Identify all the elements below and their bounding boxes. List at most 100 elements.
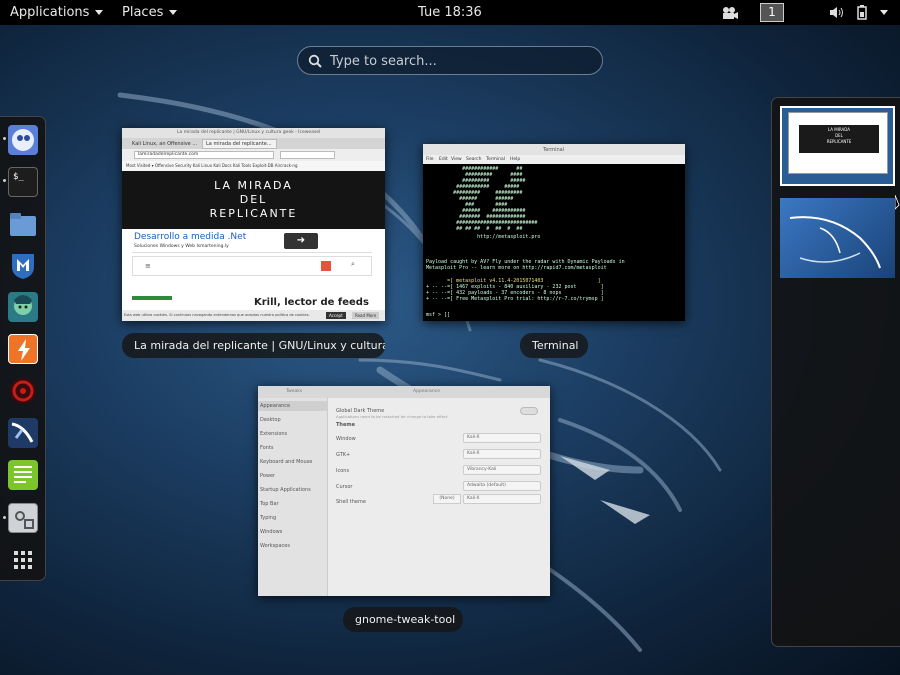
files-icon[interactable]: [8, 209, 38, 239]
browser-tabbar: Kali Linux, an Offensive ... La mirada d…: [122, 138, 385, 149]
sidebar-item-power[interactable]: Power: [260, 473, 275, 479]
tweak-tool-icon[interactable]: [8, 503, 38, 533]
gtk-theme-label: GTK+: [336, 452, 351, 458]
window-theme-value: Kali-X: [467, 435, 480, 440]
search-box[interactable]: [297, 46, 603, 75]
ascii-line: ## ## ## # ## # ##: [426, 226, 523, 232]
ad-banner[interactable]: Desarrollo a medida .Net Soluciones Wind…: [132, 231, 372, 253]
terminal-window-preview[interactable]: Terminal File Edit View Search Terminal …: [423, 144, 685, 321]
sidebar-item-fonts[interactable]: Fonts: [260, 445, 274, 451]
clock[interactable]: Tue 18:36: [418, 0, 482, 25]
browser-navbar: lamiradadelreplicante.com: [122, 149, 385, 161]
terminal-menu-view[interactable]: View: [451, 157, 462, 162]
site-title-line-1: LA MIRADA: [214, 179, 293, 192]
sidebar-item-windows[interactable]: Windows: [260, 529, 282, 535]
sidebar-item-keyboard-mouse[interactable]: Keyboard and Mouse: [260, 459, 312, 465]
terminal-menu-search[interactable]: Search: [466, 157, 481, 162]
workspace-indicator[interactable]: 1: [760, 3, 784, 22]
browser-tab-1[interactable]: Kali Linux, an Offensive ...: [132, 141, 197, 147]
search-icon: [308, 54, 322, 68]
terminal-menu-file[interactable]: File: [426, 157, 434, 162]
tweak-tool-window-caption[interactable]: gnome-tweak-tool: [343, 607, 463, 632]
mouse-cursor-icon: [895, 195, 900, 210]
shell-theme-value: Kali-X: [467, 496, 480, 501]
banner-line: + -- --=[ Free Metasploit Pro trial: htt…: [426, 296, 604, 302]
payload-line: Metasploit Pro -- learn more on http://r…: [426, 265, 607, 271]
places-menu[interactable]: Places: [122, 0, 178, 25]
tweak-headerbar: Tweaks Appearance: [258, 386, 550, 398]
cursor-theme-dropdown[interactable]: Adwaita (default): [463, 481, 541, 491]
terminal-menu-help[interactable]: Help: [510, 157, 520, 162]
menu-icon[interactable]: ≡: [145, 262, 151, 270]
browser-search-field[interactable]: [280, 151, 335, 159]
site-title-line-2: DEL: [239, 193, 268, 206]
ad-text: Soluciones Windows y Web Ismartening.ly: [134, 244, 229, 249]
global-dark-toggle[interactable]: [520, 407, 538, 415]
read-more-button[interactable]: Read More: [352, 312, 380, 319]
workspace-thumbnail-2[interactable]: [780, 198, 895, 278]
sidebar-item-workspaces[interactable]: Workspaces: [260, 543, 290, 549]
bookmarks-bar: Most Visited ▾ Offensive Security Kali L…: [122, 161, 385, 171]
icons-theme-dropdown[interactable]: Vibrancy-Kali: [463, 465, 541, 475]
tweak-tool-window-preview[interactable]: Tweaks Appearance Appearance Desktop Ext…: [258, 386, 550, 596]
url-bar[interactable]: lamiradadelreplicante.com: [134, 151, 274, 159]
running-indicator: [3, 516, 6, 519]
terminal-window-caption[interactable]: Terminal: [520, 333, 588, 358]
power-battery-icon[interactable]: [856, 5, 870, 20]
terminal-menu-terminal[interactable]: Terminal: [486, 157, 505, 162]
none-button-label: (None): [439, 496, 455, 501]
ad-arrow-button[interactable]: ➜: [284, 233, 318, 249]
gedit-icon[interactable]: [8, 460, 38, 490]
system-menu-chevron-icon[interactable]: [880, 10, 888, 15]
video-camera-icon[interactable]: [722, 7, 738, 19]
chevron-down-icon: [169, 10, 178, 15]
sidebar-item-typing[interactable]: Typing: [260, 515, 276, 521]
site-nav: ≡ ⌕: [132, 256, 372, 276]
workspace-switcher: LA MIRADA DEL REPLICANTE: [771, 97, 900, 647]
cursor-theme-label: Cursor: [336, 484, 353, 490]
shell-theme-none-button[interactable]: (None): [433, 494, 461, 504]
browser-tab-2[interactable]: La mirada del replicante...: [202, 139, 277, 149]
metasploit-icon[interactable]: [8, 250, 38, 280]
show-applications-icon[interactable]: [8, 545, 38, 575]
site-title-line-3: REPLICANTE: [209, 207, 298, 220]
terminal-menubar: File Edit View Search Terminal Help: [423, 155, 685, 164]
sidebar-item-top-bar[interactable]: Top Bar: [260, 501, 279, 507]
iceweasel-icon[interactable]: [8, 125, 38, 155]
terminal-menu-edit[interactable]: Edit: [439, 157, 448, 162]
article-thumbnail: [132, 296, 172, 300]
maltego-icon[interactable]: [8, 376, 38, 406]
sidebar-item-desktop[interactable]: Desktop: [260, 417, 281, 423]
bookmarks-text[interactable]: Most Visited ▾ Offensive Security Kali L…: [126, 163, 297, 168]
tweak-header-left: Tweaks: [286, 389, 303, 394]
search-input[interactable]: [330, 52, 590, 70]
theme-heading: Theme: [336, 422, 355, 428]
gtk-theme-value: Kali-X: [467, 451, 480, 456]
global-dark-sublabel: Applications need to be restarted for ch…: [336, 414, 448, 419]
browser-window-caption[interactable]: La mirada del replicante | GNU/Linux y c…: [122, 333, 385, 358]
site-header: LA MIRADA DEL REPLICANTE: [122, 171, 385, 229]
terminal-prompt[interactable]: msf > []: [426, 312, 450, 318]
browser-window-preview[interactable]: La mirada del replicante | GNU/Linux y c…: [122, 128, 385, 321]
cookie-accept-button[interactable]: Accept: [326, 312, 346, 319]
site-search-icon[interactable]: ⌕: [351, 260, 355, 269]
gtk-theme-dropdown[interactable]: Kali-X: [463, 449, 541, 459]
dash: $_: [0, 116, 46, 581]
orange-square-icon[interactable]: [321, 261, 331, 271]
shell-theme-dropdown[interactable]: Kali-X: [463, 494, 541, 504]
burp-suite-icon[interactable]: [8, 334, 38, 364]
sidebar-item-appearance[interactable]: Appearance: [260, 403, 290, 409]
cookie-bar: Esta web utiliza cookies. Si continúas n…: [122, 310, 385, 321]
window-theme-dropdown[interactable]: Kali-X: [463, 433, 541, 443]
kali-tools-icon[interactable]: [8, 418, 38, 448]
workspace-thumbnail-1[interactable]: LA MIRADA DEL REPLICANTE: [780, 106, 895, 186]
terminal-icon[interactable]: $_: [8, 167, 38, 197]
armitage-icon[interactable]: [8, 292, 38, 322]
window-theme-label: Window: [336, 436, 356, 442]
applications-label: Applications: [10, 5, 90, 20]
tweak-header-right: Appearance: [413, 389, 441, 394]
sidebar-item-extensions[interactable]: Extensions: [260, 431, 287, 437]
sidebar-item-startup[interactable]: Startup Applications: [260, 487, 311, 493]
volume-icon[interactable]: [829, 6, 845, 19]
applications-menu[interactable]: Applications: [10, 0, 104, 25]
